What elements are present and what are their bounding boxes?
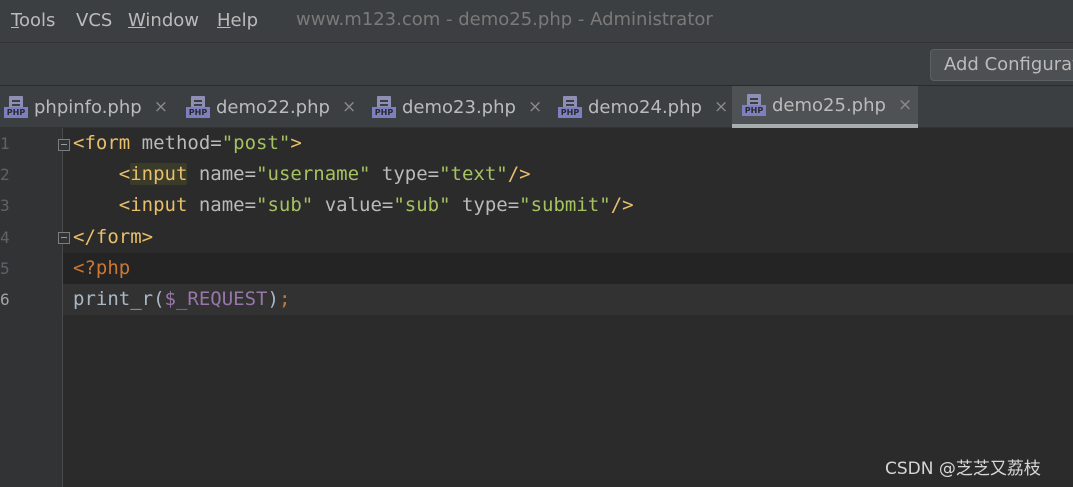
code-token: name= — [187, 194, 257, 216]
toolbar: Add Configurat — [0, 42, 1073, 86]
code-token: <?php — [73, 257, 131, 279]
line-number-current: 6 — [0, 290, 10, 309]
code-token: input — [130, 163, 188, 185]
code-token: "sub" — [256, 194, 314, 216]
line-number: 5 — [0, 259, 10, 278]
php-file-icon-label: PHP — [558, 107, 582, 118]
code-token: type= — [450, 194, 520, 216]
php-file-icon-label: PHP — [372, 107, 396, 118]
php-block-highlight — [0, 253, 1073, 284]
menu-bar: Tools VCS Window Help www.m123.com - dem… — [0, 0, 1073, 42]
tab-demo23[interactable]: PHP demo23.php × — [368, 86, 542, 128]
menu-vcs[interactable]: VCS — [76, 10, 112, 32]
php-file-icon: PHP — [4, 95, 28, 119]
code-token: /> — [507, 163, 531, 185]
php-file-icon-label: PHP — [4, 107, 28, 118]
code-token: "sub" — [393, 194, 451, 216]
menu-window-mnemonic: W — [128, 10, 146, 31]
code-token: print_r — [73, 288, 154, 310]
menu-tools-mnemonic: T — [11, 10, 19, 31]
ide-window: Tools VCS Window Help www.m123.com - dem… — [0, 0, 1073, 487]
code-token: "post" — [221, 132, 291, 154]
close-icon[interactable]: × — [714, 98, 728, 116]
code-line-4: </form> — [73, 222, 153, 253]
tab-label: demo24.php — [588, 96, 702, 118]
code-token: type= — [370, 163, 440, 185]
tab-label: demo25.php — [772, 94, 886, 116]
tab-demo25[interactable]: PHP demo25.php × — [732, 86, 918, 128]
add-configuration-button[interactable]: Add Configurat — [930, 49, 1073, 81]
close-icon[interactable]: × — [342, 98, 356, 116]
code-token: /> — [610, 194, 634, 216]
code-token: </form> — [73, 226, 154, 248]
code-line-1: <form method="post"> — [73, 128, 302, 159]
close-icon[interactable]: × — [898, 96, 912, 114]
menu-tools-rest: ools — [18, 10, 56, 31]
php-file-icon: PHP — [372, 95, 396, 119]
close-icon[interactable]: × — [154, 98, 168, 116]
tab-phpinfo[interactable]: PHP phpinfo.php × — [0, 86, 172, 128]
tab-label: demo22.php — [216, 96, 330, 118]
code-token: ( — [153, 288, 165, 310]
tab-demo24[interactable]: PHP demo24.php × — [554, 86, 728, 128]
code-token: <form — [73, 132, 131, 154]
php-file-icon-label: PHP — [186, 107, 210, 118]
php-file-icon: PHP — [186, 95, 210, 119]
line-number: 4 — [0, 228, 10, 247]
code-line-6: print_r($_REQUEST); — [73, 284, 290, 315]
menu-vcs-label: VCS — [76, 10, 113, 31]
code-token: ) — [267, 288, 279, 310]
line-number: 1 — [0, 134, 10, 153]
menu-help[interactable]: Help — [217, 10, 258, 32]
line-number: 3 — [0, 196, 10, 215]
code-token: <input — [118, 194, 188, 216]
editor-tab-bar: PHP phpinfo.php × PHP demo22.php × PHP d… — [0, 86, 1073, 128]
code-line-2: <input name="username" type="text"/> — [73, 159, 531, 190]
code-token: "submit" — [519, 194, 611, 216]
php-file-icon: PHP — [742, 93, 766, 117]
code-line-3: <input name="sub" value="sub" type="subm… — [73, 190, 634, 221]
code-token: ; — [278, 288, 291, 310]
fold-open-icon[interactable] — [58, 139, 70, 151]
menu-tools[interactable]: Tools — [11, 10, 55, 32]
window-title: www.m123.com - demo25.php - Administrato… — [296, 9, 713, 30]
php-file-icon: PHP — [558, 95, 582, 119]
menu-window[interactable]: Window — [128, 10, 199, 32]
tab-label: phpinfo.php — [34, 96, 142, 118]
code-token: "username" — [256, 163, 371, 185]
code-token: name= — [187, 163, 257, 185]
code-line-5: <?php — [73, 253, 130, 284]
watermark: CSDN @芝芝又荔枝 — [885, 459, 1041, 479]
tab-demo22[interactable]: PHP demo22.php × — [182, 86, 356, 128]
code-token: method= — [130, 132, 222, 154]
menu-help-rest: elp — [230, 10, 259, 31]
line-number: 2 — [0, 165, 10, 184]
code-editor[interactable]: 1 2 3 4 5 6 <form method="post"> <input … — [0, 128, 1073, 487]
code-token: > — [290, 132, 302, 154]
tab-label: demo23.php — [402, 96, 516, 118]
code-token: < — [118, 163, 131, 185]
menu-help-mnemonic: H — [217, 10, 231, 31]
code-token: value= — [313, 194, 394, 216]
code-token: "text" — [439, 163, 508, 185]
code-token: $_REQUEST — [164, 288, 268, 310]
close-icon[interactable]: × — [528, 98, 542, 116]
menu-window-rest: indow — [145, 10, 199, 31]
fold-close-icon[interactable] — [58, 232, 70, 244]
php-file-icon-label: PHP — [742, 105, 766, 116]
